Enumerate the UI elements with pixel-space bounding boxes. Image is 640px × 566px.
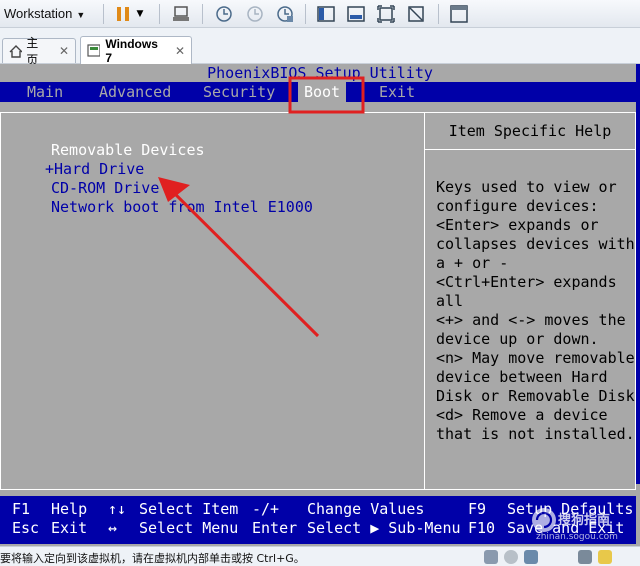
boot-item-cd-rom-drive[interactable]: CD-ROM Drive bbox=[51, 179, 159, 198]
view-fullscreen-button[interactable] bbox=[345, 3, 367, 25]
footer-desc: Exit bbox=[51, 519, 88, 537]
close-icon[interactable]: ✕ bbox=[175, 44, 185, 58]
help-line: collapses devices with bbox=[436, 235, 635, 253]
view-fullscreen-icon bbox=[347, 6, 365, 22]
toolbar-separator bbox=[438, 4, 439, 24]
footer-key: -/+ bbox=[252, 500, 280, 518]
workstation-menu[interactable]: Workstation ▼ bbox=[4, 4, 85, 24]
pause-button[interactable] bbox=[112, 3, 134, 25]
view-stretch-icon bbox=[408, 6, 424, 22]
chevron-down-icon: ▼ bbox=[136, 9, 144, 19]
tab-windows-7[interactable]: Windows 7 ✕ bbox=[80, 36, 192, 65]
boot-item-network-boot[interactable]: Network boot from Intel E1000 bbox=[51, 198, 313, 217]
snapshot-take-icon bbox=[216, 6, 232, 22]
footer-key: F9 bbox=[468, 500, 487, 518]
vm-toolbar: Workstation ▼ ▼ bbox=[0, 0, 640, 28]
help-line: <+> and <-> moves the bbox=[436, 311, 626, 329]
help-line: <Ctrl+Enter> expands bbox=[436, 273, 617, 291]
footer-key: ↑↓ bbox=[108, 500, 127, 518]
snapshot-manager-icon bbox=[277, 6, 293, 22]
footer-key: F10 bbox=[468, 519, 496, 537]
help-line: device up or down. bbox=[436, 330, 599, 348]
view-thumbnail-icon bbox=[450, 5, 468, 23]
footer-key: Esc bbox=[12, 519, 40, 537]
sogou-watermark: 搜狗指南 zhinan.sogou.com bbox=[520, 506, 638, 546]
toolbar-separator bbox=[305, 4, 306, 24]
help-line: that is not installed. bbox=[436, 425, 635, 443]
vm-status-bar: 要将输入定向到该虚拟机，请在虚拟机内部单击或按 Ctrl+G。 bbox=[0, 546, 640, 566]
view-unity-button[interactable] bbox=[375, 3, 397, 25]
bios-menu-bar: Main Advanced Security Boot Exit bbox=[0, 82, 636, 102]
message-icon[interactable] bbox=[598, 550, 612, 564]
item-specific-help-panel: Item Specific Help Keys used to view or … bbox=[424, 112, 636, 490]
help-line: <n> May move removable bbox=[436, 349, 635, 367]
bios-edge bbox=[636, 64, 640, 484]
help-line: a + or - bbox=[436, 254, 509, 272]
close-icon[interactable]: ✕ bbox=[59, 44, 69, 58]
footer-key: Enter bbox=[252, 519, 298, 537]
home-icon bbox=[9, 44, 23, 58]
footer-desc: Select ▶ Sub-Menu bbox=[307, 519, 461, 537]
vm-icon bbox=[87, 44, 101, 57]
bios-screen[interactable]: PhoenixBIOS Setup Utility Main Advanced … bbox=[0, 64, 640, 546]
bios-menu-boot[interactable]: Boot bbox=[298, 82, 346, 102]
footer-desc: Select Item bbox=[139, 500, 239, 518]
send-ctrl-alt-del-button[interactable] bbox=[170, 3, 192, 25]
tab-label: 主页 bbox=[26, 36, 39, 67]
hard-disk-icon[interactable] bbox=[484, 550, 498, 564]
help-line: all bbox=[436, 292, 464, 310]
view-stretch-button[interactable] bbox=[405, 3, 427, 25]
toolbar-separator bbox=[103, 4, 104, 24]
bios-menu-security[interactable]: Security bbox=[203, 82, 275, 102]
view-unity-icon bbox=[377, 5, 395, 23]
bios-menu-exit[interactable]: Exit bbox=[379, 82, 415, 102]
footer-desc: Select Menu bbox=[139, 519, 239, 537]
help-line: device between Hard bbox=[436, 368, 608, 386]
workstation-menu-label: Workstation bbox=[4, 6, 73, 21]
bios-menu-main[interactable]: Main bbox=[27, 82, 63, 102]
vm-tab-bar: 主页 ✕ Windows 7 ✕ bbox=[0, 28, 640, 67]
footer-key: F1 bbox=[12, 500, 31, 518]
view-console-icon bbox=[317, 6, 335, 22]
pause-menu-button[interactable]: ▼ bbox=[133, 3, 147, 25]
tab-label: Windows 7 bbox=[105, 36, 158, 65]
view-thumbnail-button[interactable] bbox=[448, 3, 470, 25]
watermark-url: zhinan.sogou.com bbox=[536, 532, 618, 542]
snapshot-manager-button[interactable] bbox=[274, 3, 296, 25]
bios-menu-advanced[interactable]: Advanced bbox=[99, 82, 171, 102]
status-message: 要将输入定向到该虚拟机，请在虚拟机内部单击或按 Ctrl+G。 bbox=[0, 552, 305, 565]
view-console-button[interactable] bbox=[315, 3, 337, 25]
toolbar-separator bbox=[159, 4, 160, 24]
bios-title: PhoenixBIOS Setup Utility bbox=[0, 64, 636, 82]
footer-key: ↔ bbox=[108, 519, 118, 537]
chevron-down-icon: ▼ bbox=[76, 10, 86, 20]
boot-group-removable-devices[interactable]: Removable Devices bbox=[51, 141, 205, 160]
pause-icon bbox=[117, 7, 129, 21]
help-title: Item Specific Help bbox=[425, 113, 635, 150]
cd-rom-icon[interactable] bbox=[504, 550, 518, 564]
help-line: <d> Remove a device bbox=[436, 406, 608, 424]
snapshot-revert-button[interactable] bbox=[244, 3, 266, 25]
help-line: Disk or Removable Disk bbox=[436, 387, 635, 405]
footer-desc: Help bbox=[51, 500, 88, 518]
snapshot-revert-icon bbox=[247, 6, 263, 22]
help-line: <Enter> expands or bbox=[436, 216, 599, 234]
watermark-text: 搜狗指南 bbox=[558, 513, 611, 528]
sound-card-icon[interactable] bbox=[578, 550, 592, 564]
help-line: configure devices: bbox=[436, 197, 599, 215]
send-ctrl-alt-del-icon bbox=[173, 6, 189, 21]
tab-home[interactable]: 主页 ✕ bbox=[2, 36, 76, 67]
boot-priority-panel: Removable Devices +Hard Drive CD-ROM Dri… bbox=[0, 112, 424, 490]
network-adapter-icon[interactable] bbox=[524, 550, 538, 564]
boot-item-hard-drive[interactable]: +Hard Drive bbox=[45, 160, 144, 179]
help-line: Keys used to view or bbox=[436, 178, 617, 196]
footer-desc: Change Values bbox=[307, 500, 425, 518]
snapshot-take-button[interactable] bbox=[213, 3, 235, 25]
toolbar-separator bbox=[202, 4, 203, 24]
